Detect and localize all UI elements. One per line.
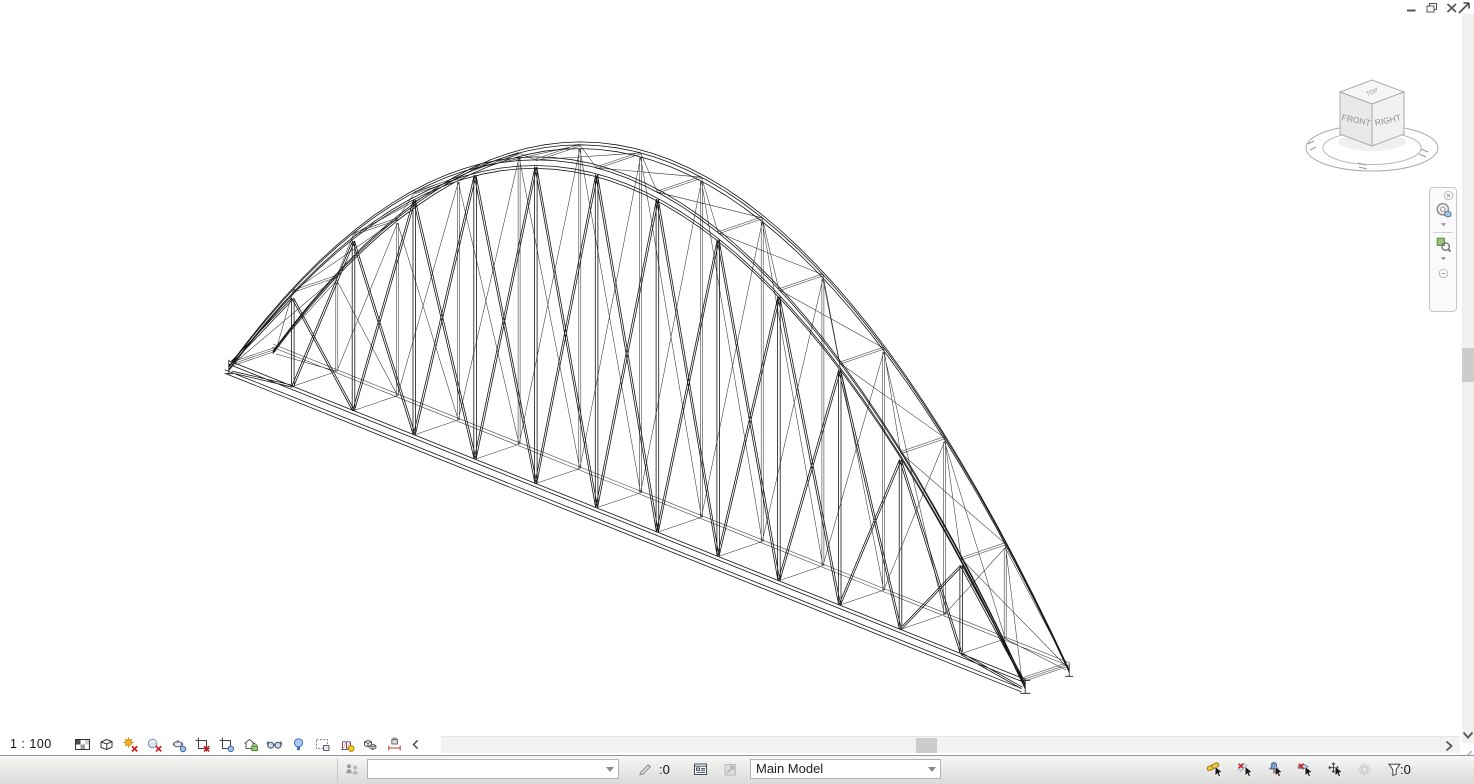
show-rendering-dialog-icon[interactable] bbox=[170, 736, 187, 753]
shadows-icon[interactable] bbox=[146, 736, 163, 753]
temporary-hide-isolate-icon[interactable] bbox=[266, 736, 283, 753]
show-crop-region-icon[interactable] bbox=[218, 736, 235, 753]
worksets-icon[interactable] bbox=[344, 761, 361, 778]
scroll-right-arrow-icon[interactable] bbox=[1441, 738, 1456, 753]
view-control-icons bbox=[74, 736, 403, 753]
status-bar: :0 Main Model :0 bbox=[0, 755, 1474, 784]
drag-elements-on-selection-icon[interactable] bbox=[1326, 761, 1343, 778]
locked-3d-view-icon[interactable] bbox=[242, 736, 259, 753]
select-elements-by-face-icon[interactable] bbox=[1296, 761, 1313, 778]
select-underlay-elements-icon[interactable] bbox=[1236, 761, 1253, 778]
reveal-hidden-elements-icon[interactable] bbox=[290, 736, 307, 753]
temporary-view-properties-icon[interactable] bbox=[314, 736, 331, 753]
selection-filter-count: :0 bbox=[1400, 762, 1411, 777]
bridge-wireframe-model[interactable] bbox=[0, 0, 1462, 735]
navbar-close-icon[interactable] bbox=[1442, 189, 1455, 202]
visual-style-icon[interactable] bbox=[98, 736, 115, 753]
select-links-icon[interactable] bbox=[1206, 761, 1223, 778]
view-restore-button[interactable] bbox=[1424, 2, 1439, 14]
chevron-down-icon bbox=[606, 767, 614, 772]
exclude-options-icon bbox=[722, 761, 739, 778]
settings-gear-icon bbox=[1356, 761, 1373, 778]
viewcube[interactable]: TOP FRONT RIGHT bbox=[1298, 64, 1450, 184]
vertical-scrollbar[interactable] bbox=[1462, 14, 1474, 743]
sun-path-icon[interactable] bbox=[122, 736, 139, 753]
wheel-options-dropdown-icon[interactable] bbox=[1438, 220, 1449, 228]
active-design-option-value: Main Model bbox=[756, 761, 823, 776]
scroll-down-arrow-icon[interactable] bbox=[1462, 728, 1474, 742]
select-pinned-elements-icon[interactable] bbox=[1266, 761, 1283, 778]
design-options-dialog-icon[interactable] bbox=[692, 761, 709, 778]
drawing-area[interactable]: TOP FRONT RIGHT 1 : 100 bbox=[0, 0, 1462, 755]
scrollbar-corner-grip bbox=[1462, 746, 1473, 754]
detail-level-icon[interactable] bbox=[74, 736, 91, 753]
revit-3d-view-window: { "window_controls": { "buttons": [ {"na… bbox=[0, 0, 1474, 784]
view-minimize-button[interactable] bbox=[1404, 2, 1419, 14]
status-bar-separator bbox=[337, 758, 338, 782]
view-window-controls bbox=[1404, 2, 1459, 14]
navbar-minimize-icon[interactable] bbox=[1437, 267, 1450, 280]
editing-requests-count: :0 bbox=[659, 762, 670, 777]
reveal-constraints-icon[interactable] bbox=[386, 736, 403, 753]
navigation-bar[interactable] bbox=[1429, 187, 1457, 312]
zoom-options-dropdown-icon[interactable] bbox=[1438, 254, 1449, 262]
displacement-sets-icon[interactable] bbox=[362, 736, 379, 753]
analytical-model-icon[interactable] bbox=[338, 736, 355, 753]
editing-requests-icon[interactable] bbox=[637, 761, 654, 778]
selection-toggles bbox=[1206, 761, 1403, 778]
crop-view-icon[interactable] bbox=[194, 736, 211, 753]
view-control-bar: 1 : 100 bbox=[0, 733, 423, 755]
vertical-scrollbar-thumb[interactable] bbox=[1462, 348, 1474, 382]
chevron-down-icon bbox=[928, 767, 936, 772]
active-workset-dropdown[interactable] bbox=[367, 759, 619, 779]
navbar-divider bbox=[1433, 232, 1453, 233]
active-design-option-dropdown[interactable]: Main Model bbox=[750, 759, 941, 779]
scale-button[interactable]: 1 : 100 bbox=[0, 737, 74, 751]
horizontal-scrollbar[interactable] bbox=[441, 736, 1460, 753]
chevron-left-icon[interactable] bbox=[409, 736, 423, 752]
horizontal-scrollbar-thumb[interactable] bbox=[916, 738, 937, 753]
